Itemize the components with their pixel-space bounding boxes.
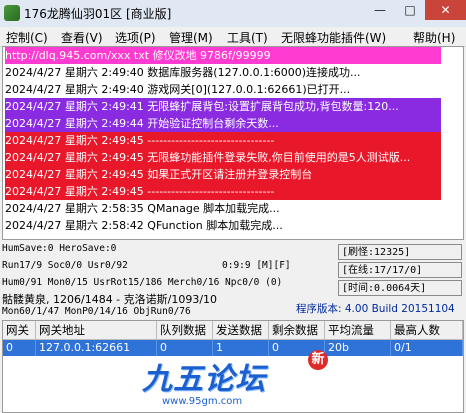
version-label: 程序版本: 4.00 Build 20151104 — [296, 303, 455, 315]
log-line: 2024/4/27 星期六 2:49:40 游戏网关[0](127.0.0.1:… — [5, 81, 351, 98]
watermark-url: www.95gm.com — [162, 396, 243, 407]
log-line: 2024/4/27 星期六 2:49:45 无限蜂功能插件登录失败,你目前使用的… — [5, 149, 441, 166]
stat-run: Run17/9 Soc0/0 Usr0/92 — [2, 260, 128, 271]
title-bar: 176龙腾仙羽01区 [商业版] — □ ✕ — [0, 0, 466, 28]
column-header[interactable]: 剩余数据 — [269, 321, 325, 339]
log-line: 2024/4/27 星期六 2:49:41 无限蜂扩展背包:设置扩展背包成功,背… — [5, 98, 441, 115]
window-title: 176龙腾仙羽01区 [商业版] — [24, 7, 172, 21]
log-panel[interactable]: http://dlq.945.com/xxx txt 修仪改地 9786f/99… — [2, 46, 464, 240]
watermark-badge: 新 — [308, 350, 328, 370]
stat-clock: 0:9:9 [M][F] — [222, 260, 291, 271]
column-header[interactable]: 网关 — [3, 321, 36, 339]
menu-control[interactable]: 控制(C) — [6, 29, 48, 46]
log-line: 2024/4/27 星期六 2:49:40 数据库服务器(127.0.0.1:6… — [5, 64, 361, 81]
refresh-monster-box: [刷怪:12325] — [338, 244, 462, 260]
menu-view[interactable]: 查看(V) — [61, 29, 103, 46]
log-line: 2024/4/27 星期六 2:49:45 ------------------… — [5, 132, 441, 149]
watermark-logo: 九五论坛 新 www.95gm.com — [142, 350, 342, 412]
log-line: 2024/4/27 星期六 2:49:44 开始验证控制台剩余天数... — [5, 115, 441, 132]
stat-hum: Hum0/91 Mon0/15 UsrRot15/186 Merch0/16 N… — [2, 277, 283, 288]
uptime-box: [时间:0.0064天] — [338, 280, 462, 296]
watermark-title: 九五论坛 — [142, 362, 266, 397]
online-box: [在线:17/17/0] — [338, 262, 462, 278]
menu-help[interactable]: 帮助(H) — [413, 29, 455, 46]
table-header: 网关 网关地址 队列数据 发送数据 剩余数据 平均流量 最高人数 — [3, 321, 463, 340]
menu-plugin[interactable]: 无限蜂功能插件(W) — [281, 29, 386, 46]
log-line: 2024/4/27 星期六 2:58:42 QFunction 脚本加载完成..… — [5, 217, 283, 234]
table-cell: 0 — [3, 340, 36, 356]
menu-options[interactable]: 选项(P) — [115, 29, 156, 46]
stat-map: 骷髅黄泉, 1206/1484 - 克洛诺斯/1093/10 — [2, 293, 218, 306]
log-line: http://dlq.945.com/xxx txt 修仪改地 9786f/99… — [5, 47, 441, 64]
column-header[interactable]: 最高人数 — [391, 321, 463, 339]
stat-save: HumSave:0 HeroSave:0 — [2, 243, 117, 254]
log-line: 2024/4/27 星期六 2:49:45 ------------------… — [5, 183, 441, 200]
table-cell: 0/1 — [391, 340, 463, 356]
menu-tools[interactable]: 工具(T) — [227, 29, 268, 46]
maximize-icon[interactable]: □ — [396, 0, 424, 20]
column-header[interactable]: 发送数据 — [213, 321, 269, 339]
table-cell: 127.0.0.1:62661 — [36, 340, 157, 356]
log-line: 2024/4/27 星期六 2:49:45 如果正式开区请注册并登录控制台 — [5, 166, 441, 183]
menu-bar: 控制(C) 查看(V) 选项(P) 管理(M) 工具(T) 无限蜂功能插件(W)… — [0, 27, 466, 47]
stat-mon: Mon60/1/47 MonP0/14/16 ObjRun0/76 — [2, 306, 191, 317]
column-header[interactable]: 网关地址 — [36, 321, 157, 339]
log-line: 2024/4/27 星期六 2:58:35 QManage 脚本加载完成... — [5, 200, 280, 217]
minimize-icon[interactable]: — — [366, 0, 394, 20]
menu-manage[interactable]: 管理(M) — [169, 29, 213, 46]
app-icon — [4, 5, 20, 21]
column-header[interactable]: 平均流量 — [325, 321, 391, 339]
column-header[interactable]: 队列数据 — [157, 321, 213, 339]
close-icon[interactable]: ✕ — [425, 0, 466, 20]
